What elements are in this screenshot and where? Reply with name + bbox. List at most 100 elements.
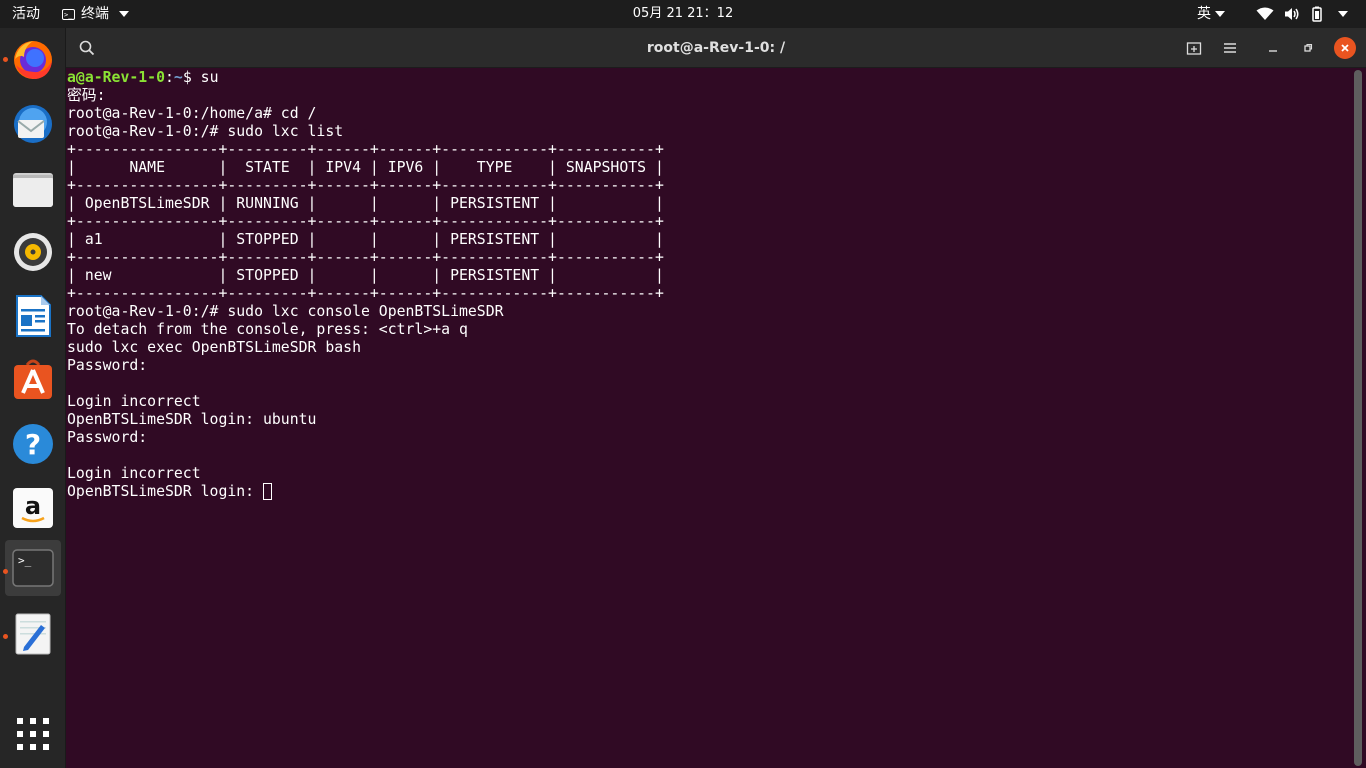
dock-item-writer[interactable]: [5, 288, 61, 344]
dock-item-firefox[interactable]: [5, 32, 61, 88]
input-method-label: 英: [1197, 6, 1211, 22]
clock[interactable]: 05月 21 21：12: [0, 0, 1366, 28]
line-text: To detach from the console, press: <ctrl…: [67, 321, 468, 338]
terminal-scrollbar[interactable]: [1354, 70, 1362, 766]
dock-item-terminal[interactable]: >_: [5, 540, 61, 596]
line-text: | OpenBTSLimeSDR | RUNNING | | | PERSIST…: [67, 195, 664, 212]
dock-item-show-applications[interactable]: [5, 706, 61, 762]
line-text: OpenBTSLimeSDR login: ubuntu: [67, 411, 317, 428]
dock-item-files[interactable]: [5, 160, 61, 216]
running-indicator: [3, 634, 8, 639]
line-text: 密码:: [67, 87, 106, 104]
chevron-down-icon: [1215, 11, 1225, 17]
terminal-line: [67, 375, 664, 393]
battery-icon: [1312, 6, 1322, 22]
wifi-icon: [1256, 7, 1274, 20]
software-icon: [14, 359, 52, 399]
terminal-line: 密码:: [67, 87, 664, 105]
terminal-titlebar[interactable]: root@a-Rev-1-0: /: [66, 28, 1366, 68]
line-text: | NAME | STATE | IPV4 | IPV6 | TYPE | SN…: [67, 159, 664, 176]
svg-text:?: ?: [25, 428, 41, 461]
line-text: root@a-Rev-1-0:/# sudo lxc console OpenB…: [67, 303, 504, 320]
line-text: +----------------+---------+------+-----…: [67, 249, 664, 266]
dock-item-rhythmbox[interactable]: [5, 224, 61, 280]
top-bar: 活动 >_ 终端 05月 21 21：12 英: [0, 0, 1366, 28]
line-text: Login incorrect: [67, 393, 201, 410]
terminal-line: [67, 447, 664, 465]
terminal-line: +----------------+---------+------+-----…: [67, 177, 664, 195]
line-text: | new | STOPPED | | | PERSISTENT | |: [67, 267, 664, 284]
menu-button[interactable]: [1218, 36, 1242, 60]
terminal-icon: >_: [12, 549, 54, 587]
terminal-line: +----------------+---------+------+-----…: [67, 213, 664, 231]
terminal-line: OpenBTSLimeSDR login:: [67, 483, 664, 501]
line-text: +----------------+---------+------+-----…: [67, 177, 664, 194]
line-text: OpenBTSLimeSDR login:: [67, 483, 263, 500]
app-grid-icon: [17, 718, 49, 750]
text-cursor: [263, 483, 272, 500]
dock-item-software[interactable]: [5, 352, 61, 408]
maximize-button[interactable]: [1296, 36, 1320, 60]
rhythmbox-icon: [14, 233, 52, 271]
terminal-line: | a1 | STOPPED | | | PERSISTENT | |: [67, 231, 664, 249]
text-editor-icon: [15, 613, 51, 655]
dock-item-text-editor[interactable]: [5, 606, 61, 662]
terminal-output: a@a-Rev-1-0:~$ su 密码: root@a-Rev-1-0:/home…: [67, 69, 664, 501]
line-text: +----------------+---------+------+-----…: [67, 141, 664, 158]
terminal-line: Login incorrect: [67, 465, 664, 483]
running-indicator: [3, 569, 8, 574]
prompt-separator: :: [165, 69, 174, 86]
terminal-line: Password:: [67, 429, 664, 447]
line-text: root@a-Rev-1-0:/home/a# cd /: [67, 105, 317, 122]
thunderbird-icon: [14, 105, 52, 143]
svg-text:>_: >_: [18, 554, 32, 567]
terminal-line: OpenBTSLimeSDR login: ubuntu: [67, 411, 664, 429]
new-tab-icon: [1186, 42, 1202, 55]
terminal-area[interactable]: a@a-Rev-1-0:~$ su 密码: root@a-Rev-1-0:/home…: [66, 68, 1354, 768]
terminal-line: root@a-Rev-1-0:/# sudo lxc list: [67, 123, 664, 141]
writer-icon: [16, 295, 51, 337]
line-text: Login incorrect: [67, 465, 201, 482]
line-text: | a1 | STOPPED | | | PERSISTENT | |: [67, 231, 664, 248]
dock-item-thunderbird[interactable]: [5, 96, 61, 152]
terminal-line: Password:: [67, 357, 664, 375]
new-tab-button[interactable]: [1182, 36, 1206, 60]
line-text: Password:: [67, 357, 148, 374]
search-button[interactable]: [75, 36, 99, 60]
restore-icon: [1304, 43, 1313, 52]
line-text: sudo lxc exec OpenBTSLimeSDR bash: [67, 339, 361, 356]
line-text: root@a-Rev-1-0:/# sudo lxc list: [67, 123, 344, 140]
prompt-path: ~: [173, 69, 183, 86]
close-button[interactable]: [1334, 37, 1356, 59]
terminal-line: +----------------+---------+------+-----…: [67, 249, 664, 267]
running-indicator: [3, 57, 8, 62]
command-text: $ su: [182, 69, 219, 86]
firefox-icon: [14, 41, 52, 79]
system-status-menu[interactable]: [1256, 0, 1348, 28]
terminal-line: To detach from the console, press: <ctrl…: [67, 321, 664, 339]
amazon-icon: a: [13, 488, 53, 528]
dock-item-help[interactable]: ?: [5, 416, 61, 472]
dock: ? a >_: [0, 28, 66, 768]
chevron-down-icon: [1338, 11, 1348, 17]
line-text: [67, 375, 76, 392]
terminal-line: Login incorrect: [67, 393, 664, 411]
dock-item-amazon[interactable]: a: [5, 480, 61, 536]
terminal-line: +----------------+---------+------+-----…: [67, 285, 664, 303]
terminal-line: a@a-Rev-1-0:~$ su: [67, 69, 664, 87]
prompt-user: a@a-Rev-1-0: [67, 69, 165, 86]
volume-icon: [1285, 8, 1299, 20]
terminal-line: | NAME | STATE | IPV4 | IPV6 | TYPE | SN…: [67, 159, 664, 177]
close-icon: [1341, 44, 1349, 52]
line-text: Password:: [67, 429, 148, 446]
line-text: +----------------+---------+------+-----…: [67, 285, 664, 302]
terminal-line: | OpenBTSLimeSDR | RUNNING | | | PERSIST…: [67, 195, 664, 213]
search-icon: [79, 40, 95, 56]
minimize-icon: [1269, 50, 1277, 52]
input-method-indicator[interactable]: 英: [1197, 0, 1225, 28]
minimize-button[interactable]: [1261, 36, 1285, 60]
line-text: [67, 447, 76, 464]
terminal-line: +----------------+---------+------+-----…: [67, 141, 664, 159]
line-text: +----------------+---------+------+-----…: [67, 213, 664, 230]
terminal-line: sudo lxc exec OpenBTSLimeSDR bash: [67, 339, 664, 357]
